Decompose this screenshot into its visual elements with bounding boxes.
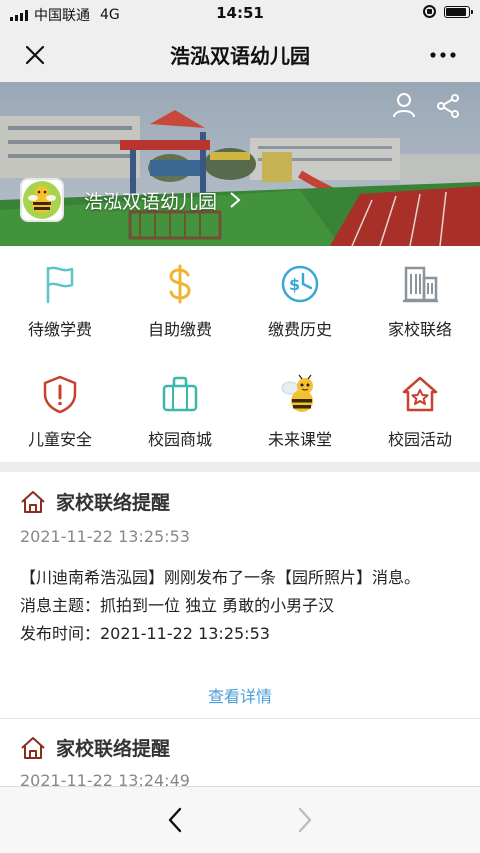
grid-label: 缴费历史 (267, 320, 332, 339)
battery-icon (444, 5, 473, 18)
message-publish-time: 发布时间：2021-11-22 13:25:53 (20, 624, 270, 643)
bee-icon (281, 374, 313, 412)
building-icon (403, 266, 438, 303)
grid-label: 待缴学费 (27, 320, 92, 339)
grid-item-campus-activities[interactable]: 校园活动 (360, 356, 480, 464)
rotation-lock-icon (423, 5, 436, 18)
back-arrow-icon[interactable] (162, 805, 188, 835)
grid-item-future-classroom[interactable]: 未来课堂 (240, 356, 360, 464)
dollar-icon (169, 264, 191, 304)
school-logo (20, 178, 64, 222)
nav-bar: 浩泓双语幼儿园 (0, 26, 480, 82)
page-title: 浩泓双语幼儿园 (170, 44, 310, 68)
school-name: 浩泓双语幼儿园 (84, 190, 218, 213)
bee-logo-icon (23, 181, 61, 219)
message-body: 【川迪南希浩泓园】刚刚发布了一条【园所照片】消息。 消息主题：抓拍到一位 独立 … (20, 564, 460, 648)
grid-label: 自助缴费 (147, 320, 212, 339)
user-icon[interactable] (392, 92, 416, 118)
more-options-icon[interactable] (428, 40, 458, 70)
bottom-toolbar (0, 786, 480, 853)
grid-label: 校园活动 (387, 430, 452, 449)
flag-icon (46, 266, 74, 304)
history-icon: $ (281, 265, 319, 303)
function-grid: 待缴学费 自助缴费 $ 缴费历史 家校联络 儿童安全 校园商城 未来课堂 校园活… (0, 246, 480, 462)
grid-label: 未来课堂 (267, 430, 332, 449)
share-icon[interactable] (436, 94, 460, 118)
message-time: 2021-11-22 13:25:53 (20, 527, 190, 546)
home-icon (21, 736, 45, 759)
grid-item-payment-history[interactable]: $ 缴费历史 (240, 246, 360, 354)
message-title: 家校联络提醒 (56, 738, 171, 760)
section-divider (0, 462, 480, 472)
bag-icon (162, 376, 198, 412)
grid-item-campus-mall[interactable]: 校园商城 (120, 356, 240, 464)
grid-item-pending-tuition[interactable]: 待缴学费 (0, 246, 120, 354)
grid-label: 校园商城 (147, 430, 212, 449)
grid-item-child-safety[interactable]: 儿童安全 (0, 356, 120, 464)
grid-label: 儿童安全 (27, 430, 92, 449)
status-bar: 中国联通 4G 14:51 (0, 0, 480, 26)
clock: 14:51 (216, 4, 264, 22)
message-subject: 消息主题：抓拍到一位 独立 勇敢的小男子汉 (20, 596, 335, 615)
grid-label: 家校联络 (387, 320, 452, 339)
grid-item-home-school-contact[interactable]: 家校联络 (360, 246, 480, 354)
school-banner: 浩泓双语幼儿园 (0, 82, 480, 246)
message-line: 【川迪南希浩泓园】刚刚发布了一条【园所照片】消息。 (20, 568, 421, 587)
message-separator (0, 718, 480, 719)
forward-arrow-icon[interactable] (292, 805, 318, 835)
grid-item-self-payment[interactable]: 自助缴费 (120, 246, 240, 354)
school-profile-link[interactable]: 浩泓双语幼儿园 (20, 178, 241, 222)
chevron-right-icon (230, 192, 241, 208)
message-title: 家校联络提醒 (56, 492, 171, 514)
view-details-link[interactable]: 查看详情 (0, 683, 480, 707)
svg-text:$: $ (289, 275, 300, 294)
home-icon (21, 490, 45, 513)
house-star-icon (402, 376, 438, 412)
shield-icon (43, 375, 77, 414)
